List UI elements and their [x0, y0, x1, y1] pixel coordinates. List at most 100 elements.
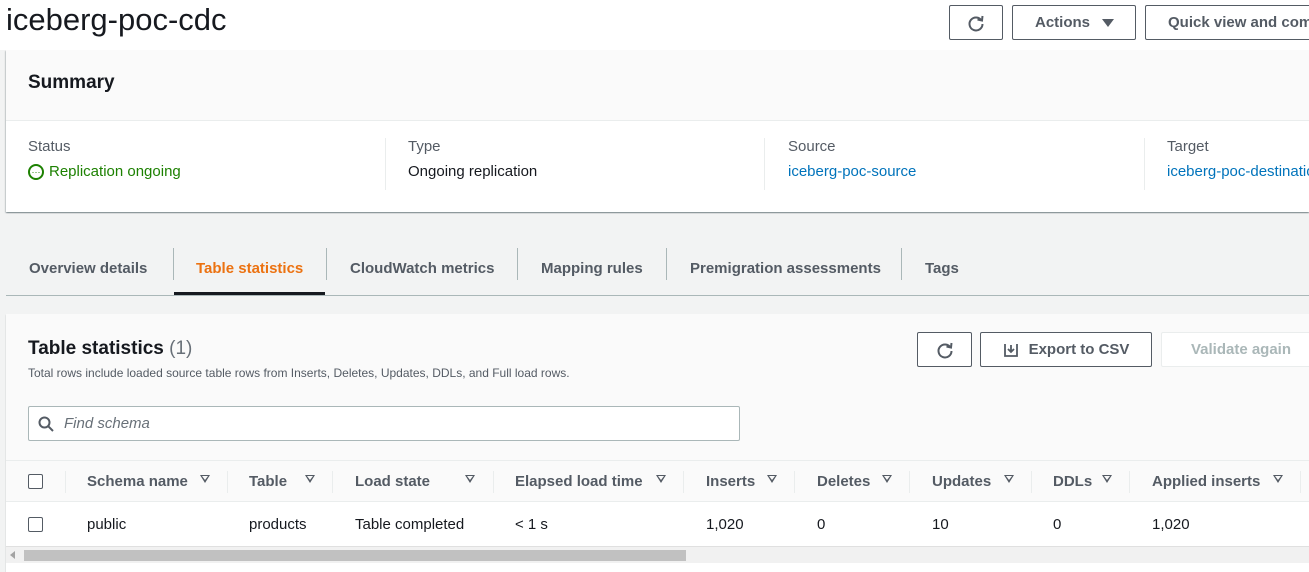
tab-divider [666, 248, 667, 280]
status-value: ··· Replication ongoing [28, 163, 181, 180]
status-text: Replication ongoing [49, 163, 181, 180]
column-divider [794, 471, 795, 493]
target-link[interactable]: iceberg-poc-destination [1167, 163, 1309, 180]
column-divider [332, 471, 333, 493]
sort-icon[interactable] [767, 475, 777, 483]
refresh-icon [966, 13, 986, 33]
col-elapsed-load-time[interactable]: Elapsed load time [515, 461, 643, 501]
cell-table: products [249, 515, 307, 533]
column-divider [909, 471, 910, 493]
divider [764, 138, 765, 190]
cell-load-state: Table completed [355, 515, 465, 533]
col-load-state[interactable]: Load state [355, 461, 430, 501]
tab-divider [326, 248, 327, 280]
page-title: iceberg-poc-cdc [6, 2, 227, 37]
validate-again-label: Validate again [1190, 341, 1292, 358]
scroll-left-icon[interactable] [10, 551, 15, 559]
tab-cloudwatch-metrics[interactable]: CloudWatch metrics [350, 240, 494, 296]
scrollbar-thumb[interactable] [24, 550, 686, 561]
tab-mapping-rules[interactable]: Mapping rules [541, 240, 643, 296]
sort-icon[interactable] [305, 475, 315, 483]
sort-icon[interactable] [882, 475, 892, 483]
table-row[interactable]: public products Table completed < 1 s 1,… [6, 502, 1309, 546]
horizontal-scrollbar[interactable] [6, 546, 1309, 563]
source-link[interactable]: iceberg-poc-source [788, 163, 916, 180]
caret-down-icon [1102, 18, 1115, 27]
source-field: Source iceberg-poc-source [788, 138, 916, 190]
sort-icon[interactable] [1273, 475, 1283, 483]
status-label: Status [28, 138, 71, 155]
cell-inserts: 1,020 [706, 515, 744, 533]
panel-title-text: Table statistics [28, 338, 164, 359]
target-field: Target iceberg-poc-destination [1167, 138, 1309, 190]
summary-header: Summary [6, 50, 1309, 121]
actions-button[interactable]: Actions [1012, 5, 1136, 40]
quick-view-label: Quick view and compare [1168, 14, 1309, 31]
sort-icon[interactable] [200, 475, 210, 483]
sort-icon[interactable] [1102, 475, 1112, 483]
tab-divider [517, 248, 518, 280]
column-divider [683, 471, 684, 493]
col-applied-inserts[interactable]: Applied inserts [1152, 461, 1260, 501]
export-csv-button[interactable]: Export to CSV [980, 332, 1152, 367]
quick-view-compare-button[interactable]: Quick view and compare [1145, 5, 1309, 40]
col-ddls[interactable]: DDLs [1053, 461, 1092, 501]
row-checkbox[interactable] [28, 517, 43, 532]
type-value: Ongoing replication [408, 163, 538, 180]
search-box [28, 406, 740, 441]
col-deletes[interactable]: Deletes [817, 461, 870, 501]
type-label: Type [408, 138, 441, 155]
tab-table-statistics[interactable]: Table statistics [196, 240, 303, 296]
select-all-checkbox[interactable] [28, 474, 43, 489]
actions-label: Actions [1035, 14, 1091, 31]
col-table[interactable]: Table [249, 461, 287, 501]
summary-container: Summary Status ··· Replication ongoing T… [6, 50, 1309, 212]
active-tab-indicator [174, 292, 325, 295]
panel-title: Table statistics (1) [28, 338, 192, 360]
sort-icon[interactable] [656, 475, 666, 483]
divider [1144, 138, 1145, 190]
panel-header: Table statistics (1) Total rows include … [6, 314, 1309, 460]
column-divider [1031, 471, 1032, 493]
panel-count: (1) [169, 338, 193, 359]
tab-overview-details[interactable]: Overview details [29, 240, 147, 296]
table-statistics-panel: Table statistics (1) Total rows include … [6, 314, 1309, 572]
refresh-icon [935, 340, 955, 360]
table-header: Schema name Table Load state Elapsed loa… [6, 460, 1309, 502]
cell-ddls: 0 [1053, 515, 1062, 533]
tab-premigration-assessments[interactable]: Premigration assessments [690, 240, 881, 296]
column-divider [65, 471, 66, 493]
cell-updates: 10 [932, 515, 949, 533]
page-header: iceberg-poc-cdc Actions Quick view and c… [0, 0, 1309, 50]
col-inserts[interactable]: Inserts [706, 461, 755, 501]
col-updates[interactable]: Updates [932, 461, 991, 501]
cell-schema-name: public [87, 515, 127, 533]
sort-icon[interactable] [1004, 475, 1014, 483]
panel-description: Total rows include loaded source table r… [28, 366, 570, 380]
search-icon [38, 416, 54, 432]
cell-applied-inserts: 1,020 [1152, 515, 1190, 533]
cell-deletes: 0 [817, 515, 826, 533]
col-schema-name[interactable]: Schema name [87, 461, 188, 501]
column-divider [493, 471, 494, 493]
refresh-button[interactable] [949, 5, 1003, 40]
target-label: Target [1167, 138, 1209, 155]
divider [385, 138, 386, 190]
tab-tags[interactable]: Tags [925, 240, 959, 296]
column-divider [1129, 471, 1130, 493]
download-icon [1003, 342, 1019, 358]
validate-again-button[interactable]: Validate again [1161, 332, 1309, 367]
tab-divider [173, 248, 174, 280]
tab-bar: Overview details Table statistics CloudW… [6, 240, 1309, 296]
tab-divider [901, 248, 902, 280]
refresh-table-button[interactable] [917, 332, 972, 367]
summary-title: Summary [28, 72, 115, 93]
search-input[interactable] [64, 415, 664, 432]
in-progress-icon: ··· [28, 163, 44, 180]
sort-icon[interactable] [465, 475, 475, 483]
column-divider [1300, 471, 1301, 493]
column-divider [227, 471, 228, 493]
cell-elapsed-load-time: < 1 s [515, 515, 548, 533]
export-csv-label: Export to CSV [1028, 341, 1130, 358]
type-field: Type Ongoing replication [408, 138, 537, 190]
